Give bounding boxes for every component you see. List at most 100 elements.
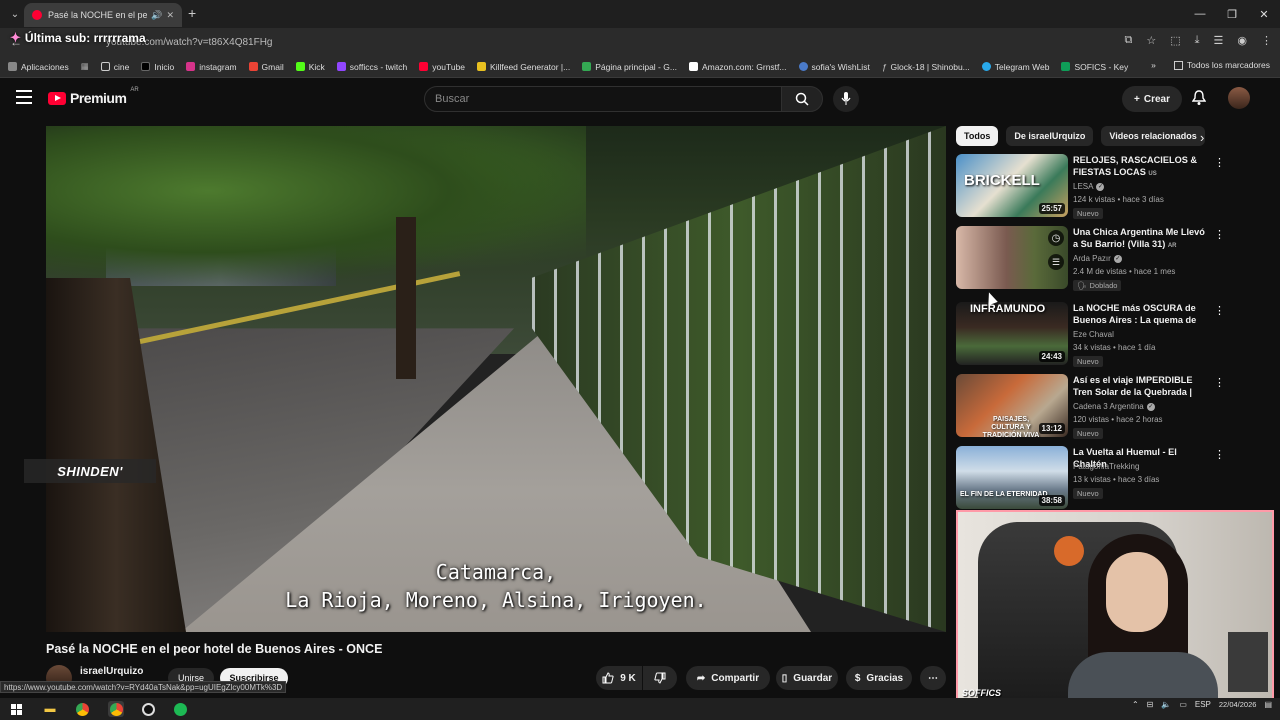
video-thumbnail[interactable]: BRICKELL 25:57 [956,154,1068,217]
close-window-icon[interactable]: ✕ [1248,0,1280,28]
url-field[interactable]: youtube.com/watch?v=t86X4Q81FHg [90,33,1080,51]
more-actions-icon[interactable]: ⋯ [920,666,946,690]
link-status-bar: https://www.youtube.com/watch?v=RYd40aTs… [0,681,287,693]
minimize-icon[interactable]: — [1184,0,1216,28]
bookmark-item[interactable]: Amazon.com: Grnstf... [688,62,787,72]
notifications-icon[interactable] [1191,90,1207,111]
recommended-title: Una Chica Argentina Me Llevó a Su Barrio… [1073,227,1205,249]
profile-icon[interactable]: ◉ [1237,34,1247,47]
status-badge: Nuevo [1073,488,1103,499]
bookmark-item[interactable]: sofficcs - twitch [336,62,407,72]
bookmark-item[interactable]: ▦ cine [81,61,130,72]
recommended-channel[interactable]: LESA ✓ [1073,182,1105,191]
create-button[interactable]: + Crear [1122,86,1182,112]
chrome-icon[interactable] [74,701,90,717]
recommended-channel[interactable]: Eze Chaval [1073,330,1114,339]
video-thumbnail[interactable]: INFRAMUNDO 24:43 [956,302,1068,365]
sheets-icon [1061,62,1071,71]
video-thumbnail[interactable]: ◷ ☰ [956,226,1068,289]
install-icon[interactable]: ⧉ [1125,34,1133,47]
language-indicator[interactable]: ESP [1195,700,1211,709]
recommended-video[interactable]: INFRAMUNDO 24:43 La NOCHE más OSCURA de … [956,302,1226,368]
chip-todos[interactable]: Todos [956,126,999,146]
chevron-up-icon[interactable]: ⌃ [1132,700,1139,709]
user-avatar[interactable] [1228,87,1250,109]
recommended-meta: 34 k vistas • hace 1 día [1073,343,1156,352]
more-options-icon[interactable]: ⋮ [1214,228,1225,241]
tab-audio-icon[interactable]: 🔊 [151,10,162,21]
bookmark-item[interactable]: youTube [419,62,465,72]
youtube-premium-logo[interactable]: Premium AR [48,87,139,106]
bookmark-item[interactable]: Kick [295,62,325,72]
more-options-icon[interactable]: ⋮ [1214,156,1225,169]
network-icon[interactable]: ⊟ [1147,700,1154,709]
channel-name[interactable]: israelUrquizo [80,666,143,677]
bookmark-item[interactable]: sofia's WishList [798,62,870,72]
reading-list-icon[interactable]: ☰ [1214,34,1224,47]
windows-start-icon[interactable] [8,701,24,717]
bookmark-item[interactable]: instagram [186,62,237,72]
notifications-tray-icon[interactable]: ▤ [1264,700,1272,709]
bookmark-item[interactable]: Killfeed Generator |... [477,62,570,72]
thanks-button[interactable]: $ Gracias [846,666,912,690]
recommended-channel[interactable]: Arda Pazır ✓ [1073,254,1122,263]
system-tray: ⌃ ⊟ 🔈 ▭ ESP 22/04/2026 ▤ [1132,700,1272,709]
browser-tab-bar: ⌄ Pasé la NOCHE en el peor hotel de Buen… [0,0,1280,28]
video-thumbnail[interactable]: PAISAJES, CULTURA Y TRADICIÓN VIVA 13:12 [956,374,1068,437]
restore-icon[interactable]: ❐ [1216,0,1248,28]
download-icon[interactable]: ⤓ [1195,34,1200,47]
all-bookmarks[interactable]: » Todos los marcadores [1151,60,1270,70]
recommended-video[interactable]: PAISAJES, CULTURA Y TRADICIÓN VIVA 13:12… [956,374,1226,440]
menu-icon[interactable] [16,90,32,104]
share-button[interactable]: ➦ Compartir [686,666,770,690]
clock-date[interactable]: 22/04/2026 [1219,700,1257,709]
browser-menu-icon[interactable]: ⋮ [1261,34,1272,47]
search-button[interactable] [781,86,823,112]
chip-channel[interactable]: De israelUrquizo [1006,126,1094,146]
add-to-queue-icon[interactable]: ☰ [1048,254,1064,270]
like-button[interactable]: 9 K [596,666,642,690]
more-bookmarks-icon[interactable]: » [1151,60,1156,70]
more-options-icon[interactable]: ⋮ [1214,448,1225,461]
tab-close-icon[interactable]: ✕ [166,10,174,21]
obs-icon[interactable] [140,701,156,717]
youtube-favicon-icon [32,10,42,20]
tab-search-icon[interactable]: ⌄ [4,3,26,25]
save-button[interactable]: ▯ Guardar [776,666,838,690]
recommended-video[interactable]: BRICKELL 25:57 RELOJES, RASCACIELOS & FI… [956,154,1226,220]
chevron-right-icon[interactable]: › [1200,130,1204,145]
thumbs-down-icon [654,672,666,684]
chair-logo-icon [1054,536,1084,566]
dislike-button[interactable] [643,666,677,690]
more-options-icon[interactable]: ⋮ [1214,376,1225,389]
bookmark-item[interactable]: SOFICS - Key [1061,62,1128,72]
chrome-active-icon[interactable] [108,701,124,717]
watch-later-icon[interactable]: ◷ [1048,230,1064,246]
extensions-icon[interactable]: ⬚ [1170,34,1180,47]
bookmark-item[interactable]: Gmail [248,62,284,72]
battery-icon[interactable]: ▭ [1179,700,1187,709]
glock-icon: ƒ [881,61,887,72]
recommended-channel[interactable]: PatagoniaTrekking [1073,462,1139,471]
recommended-video[interactable]: EL FIN DE LA ETERNIDAD 38:58 La Vuelta a… [956,446,1226,512]
bookmark-item[interactable]: Telegram Web [981,62,1049,72]
chip-related[interactable]: Videos relacionados [1101,126,1205,146]
bookmark-star-icon[interactable]: ☆ [1146,34,1156,47]
more-options-icon[interactable]: ⋮ [1214,304,1225,317]
bookmark-item[interactable]: Página principal - G... [582,62,677,72]
bookmark-item[interactable]: ƒ Glock-18 | Shinobu... [882,62,970,72]
voice-search-button[interactable] [833,86,859,112]
recommended-video[interactable]: ◷ ☰ Una Chica Argentina Me Llevó a Su Ba… [956,226,1226,292]
new-tab-icon[interactable]: + [188,5,196,21]
file-explorer-icon[interactable]: ▬ [42,701,58,717]
bookmark-item[interactable]: Aplicaciones [8,62,69,72]
video-player[interactable]: Catamarca, La Rioja, Moreno, Alsina, Iri… [46,126,946,632]
browser-tab-active[interactable]: Pasé la NOCHE en el peor hotel de Buenos… [24,3,182,27]
search-input[interactable]: Buscar [424,86,782,112]
volume-icon[interactable]: 🔈 [1161,700,1171,709]
video-thumbnail[interactable]: EL FIN DE LA ETERNIDAD 38:58 [956,446,1068,509]
duration-badge: 24:43 [1038,351,1065,362]
recommended-channel[interactable]: Cadena 3 Argentina ✓ [1073,402,1155,411]
bookmark-item[interactable]: Inicio [141,62,174,72]
spotify-icon[interactable] [172,701,188,717]
